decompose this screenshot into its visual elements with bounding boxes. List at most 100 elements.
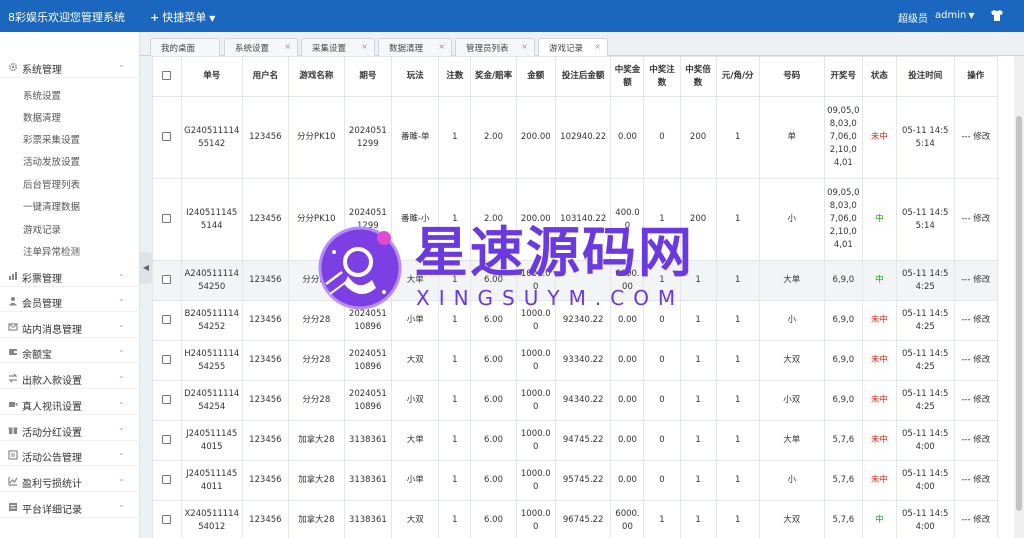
column-header[interactable]: 号码	[758, 56, 825, 97]
sidebar-item-one-click-clean[interactable]: 一键清理数据	[23, 199, 80, 213]
tab-collect-settings[interactable]: 采集设置 ×	[301, 38, 375, 56]
column-header[interactable]: 中奖金额	[610, 56, 645, 97]
sidebar-collapse-handle[interactable]: ◀	[140, 252, 152, 284]
sidebar-item-data-clean[interactable]: 数据清理	[23, 110, 61, 124]
action-cell[interactable]: --- 修改	[953, 340, 999, 381]
table-row: D24051111454254 123456 分分28 202405110896 小双 1…	[152, 380, 999, 421]
column-header[interactable]: 玩法	[391, 56, 440, 97]
sidebar-group-yuebao[interactable]: 余额宝 ⌄	[0, 341, 140, 363]
shirt-icon[interactable]	[990, 9, 1004, 22]
close-icon[interactable]: ×	[438, 42, 445, 51]
sidebar-item-bet-anomaly[interactable]: 注单异常检测	[23, 244, 80, 258]
action-cell[interactable]: --- 修改	[953, 300, 999, 341]
play-type-cell: 小双	[391, 380, 440, 421]
bet-count-cell: 1	[438, 500, 472, 538]
sidebar-item-admin-list[interactable]: 后台管理列表	[23, 177, 80, 191]
sidebar-item-game-records[interactable]: 游戏记录	[23, 222, 61, 236]
row-checkbox[interactable]	[162, 214, 172, 223]
win-amount-cell: 0.00	[610, 380, 645, 421]
sidebar-group-system[interactable]: 系统管理 ⌄	[0, 56, 140, 78]
row-select-cell[interactable]	[152, 500, 182, 538]
scrollbar-thumb[interactable]	[1016, 116, 1022, 511]
tab-game-records[interactable]: 游戏记录 ×	[538, 38, 608, 57]
table-row: J240511145 4015 123456 加拿大28 3138361 大单 1 6.00…	[152, 420, 999, 461]
sidebar-item-lottery-collect[interactable]: 彩票采集设置	[23, 132, 80, 146]
sidebar-item-system-settings[interactable]: 系统设置	[23, 88, 61, 102]
column-header[interactable]: 单号	[180, 56, 243, 97]
column-header[interactable]: 期号	[343, 56, 393, 97]
row-select-cell[interactable]	[152, 460, 182, 501]
column-header[interactable]: 奖金/赔率	[470, 56, 517, 97]
select-all-checkbox[interactable]	[162, 71, 172, 80]
row-checkbox[interactable]	[162, 435, 172, 444]
action-cell[interactable]: --- 修改	[953, 96, 999, 179]
sidebar-group-profit-loss[interactable]: 盈利亏损统计 ⌄	[0, 470, 140, 492]
column-header[interactable]: 状态	[861, 56, 897, 97]
row-select-cell[interactable]	[152, 380, 182, 421]
column-header[interactable]: 投注后金额	[554, 56, 612, 97]
action-cell[interactable]: --- 修改	[953, 460, 999, 501]
number-cell: 大单	[758, 420, 825, 461]
draw-numbers-cell: 09,05,08,03,07,06,02,10,04,01	[823, 96, 863, 179]
row-checkbox[interactable]	[162, 315, 172, 324]
row-select-cell[interactable]	[152, 96, 182, 179]
sidebar-item-activity-payout[interactable]: 活动发放设置	[23, 154, 80, 168]
row-select-cell[interactable]	[152, 178, 182, 261]
column-header[interactable]: 投注时间	[895, 56, 955, 97]
row-select-cell[interactable]	[152, 260, 182, 301]
vertical-scrollbar[interactable]	[1014, 56, 1024, 538]
column-header[interactable]: 游戏名称	[288, 56, 345, 97]
action-cell[interactable]: --- 修改	[953, 260, 999, 301]
sidebar-group-lottery[interactable]: 彩票管理 ⌄	[0, 265, 140, 287]
row-checkbox[interactable]	[162, 395, 172, 404]
bet-time-cell: 05-11 14:54:25	[895, 380, 955, 421]
play-type-cell: 大双	[391, 500, 440, 538]
row-select-cell[interactable]	[152, 340, 182, 381]
row-checkbox[interactable]	[162, 132, 172, 141]
tab-data-clean[interactable]: 数据清理 ×	[378, 38, 452, 56]
row-select-cell[interactable]	[152, 420, 182, 461]
tab-my-desktop[interactable]: 我的桌面	[150, 38, 220, 56]
row-checkbox[interactable]	[162, 515, 172, 524]
sidebar-group-members[interactable]: 会员管理 ⌄	[0, 290, 140, 312]
tab-system-settings[interactable]: 系统设置 ×	[224, 38, 298, 56]
column-header[interactable]: 开奖号	[823, 56, 863, 97]
select-all-header[interactable]	[152, 56, 182, 97]
tab-label: 管理员列表	[466, 44, 509, 54]
unit-cell: 1	[715, 500, 760, 538]
table-row: J240511145 4011 123456 加拿大28 3138361 小单 1 6.00…	[152, 460, 999, 501]
close-icon[interactable]: ×	[284, 42, 291, 51]
close-icon[interactable]: ×	[594, 42, 601, 51]
sidebar-group-messages[interactable]: 站内消息管理 ⌄	[0, 316, 140, 338]
close-icon[interactable]: ×	[521, 42, 528, 51]
chevron-down-icon: ▼	[209, 14, 216, 23]
column-header[interactable]: 注数	[438, 56, 472, 97]
action-cell[interactable]: --- 修改	[953, 178, 999, 261]
row-select-cell[interactable]	[152, 300, 182, 341]
stats-icon	[8, 477, 18, 486]
sidebar-group-live-video[interactable]: 真人视讯设置 ⌄	[0, 393, 140, 415]
action-cell[interactable]: --- 修改	[953, 420, 999, 461]
sidebar-group-platform-records[interactable]: 平台详细记录 ⌄	[0, 496, 140, 518]
column-header[interactable]: 操作	[953, 56, 999, 97]
number-cell: 小	[758, 460, 825, 501]
row-checkbox[interactable]	[162, 475, 172, 484]
sidebar-group-announcements[interactable]: 活动公告管理 ⌄	[0, 444, 140, 466]
column-header[interactable]: 金额	[515, 56, 556, 97]
row-checkbox[interactable]	[162, 355, 172, 364]
column-header[interactable]: 中奖倍数	[679, 56, 717, 97]
column-header[interactable]: 用户名	[241, 56, 290, 97]
sidebar-group-deposit-withdraw[interactable]: 出款入款设置 ⌄	[0, 367, 140, 389]
quick-menu-button[interactable]: + 快捷菜单 ▼	[150, 9, 215, 25]
action-cell[interactable]: --- 修改	[953, 380, 999, 421]
user-menu-button[interactable]: admin ▼	[935, 10, 975, 21]
sidebar-group-activity-bonus[interactable]: 活动分红设置 ⌄	[0, 419, 140, 441]
column-header[interactable]: 中奖注数	[643, 56, 681, 97]
tab-admin-list[interactable]: 管理员列表 ×	[455, 38, 535, 56]
close-icon[interactable]: ×	[361, 42, 368, 51]
row-checkbox[interactable]	[162, 275, 172, 284]
action-cell[interactable]: --- 修改	[953, 500, 999, 538]
win-count-cell: 0	[643, 340, 681, 381]
column-header[interactable]: 元/角/分	[715, 56, 760, 97]
win-amount-cell: 0.00	[610, 460, 645, 501]
